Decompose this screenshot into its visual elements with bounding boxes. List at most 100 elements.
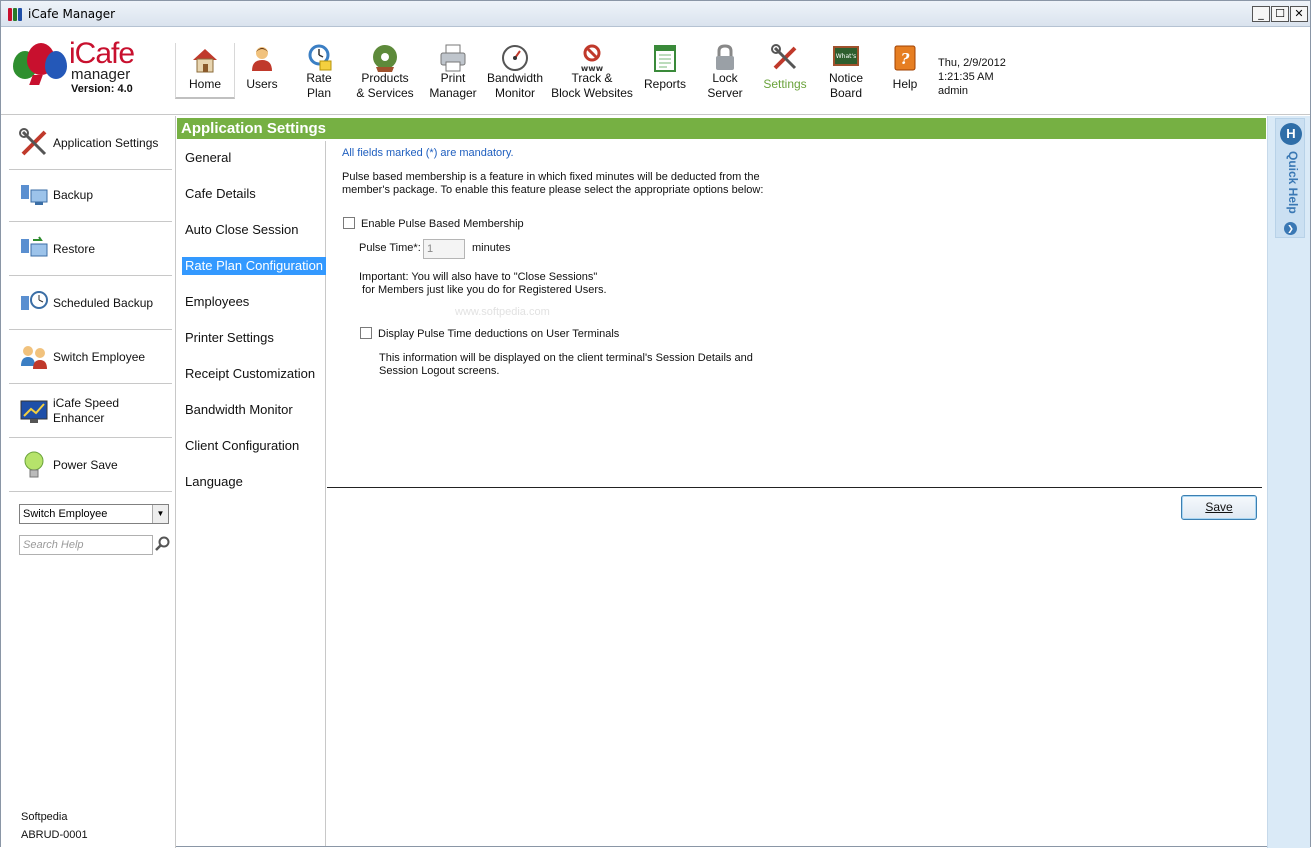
toolbar-home-label: Home (188, 77, 221, 91)
svg-text:What's: What's (836, 53, 857, 60)
svg-text:?: ? (901, 50, 910, 68)
feature-description: Pulse based membership is a feature in w… (342, 171, 764, 196)
toolbar-track-block-label: Track & Block Websites (551, 71, 633, 100)
home-icon (193, 49, 217, 73)
subnav-employees[interactable]: Employees (182, 293, 252, 311)
sidebar-item-label: Restore (53, 241, 96, 256)
search-help-input[interactable]: Search Help (19, 535, 153, 555)
sidebar-item-label: Switch Employee (53, 349, 146, 364)
app-version: Version: 4.0 (71, 83, 133, 95)
enable-pulse-checkbox[interactable] (343, 217, 355, 229)
toolbar-bandwidth-label: Bandwidth Monitor (486, 71, 544, 100)
sidebar-item-backup[interactable]: Backup (9, 168, 172, 222)
toolbar-settings-button[interactable]: Settings (759, 41, 811, 113)
toolbar-users-button[interactable]: Users (239, 41, 285, 113)
toolbar-lock-server-button[interactable]: Lock Server (701, 41, 749, 113)
page-title: Application Settings (177, 118, 1266, 139)
toolbar-reports-label: Reports (643, 77, 687, 91)
subnav-rate-plan-configuration[interactable]: Rate Plan Configuration (182, 257, 327, 275)
toolbar-notice-board-label: Notice Board (828, 71, 863, 100)
switch-employee-select[interactable]: Switch Employee ▼ (19, 504, 169, 524)
sidebar-item-label: Scheduled Backup (53, 295, 154, 310)
settings-subnav: General Cafe Details Auto Close Session … (177, 141, 327, 846)
enable-pulse-label: Enable Pulse Based Membership (361, 218, 524, 230)
info-line1: This information will be displayed on th… (379, 352, 753, 364)
sidebar-item-power-save[interactable]: Power Save (9, 438, 172, 492)
save-button[interactable]: Save (1181, 495, 1257, 520)
watermark: www.softpedia.com (455, 306, 550, 318)
current-user: admin (938, 85, 968, 97)
info-line2: Session Logout screens. (379, 365, 500, 377)
products-disc-icon (373, 45, 397, 72)
chevron-down-icon[interactable]: ▼ (152, 505, 168, 523)
toolbar-users-label: Users (246, 77, 278, 91)
license-name: Softpedia (21, 811, 68, 823)
switch-employee-icon (21, 346, 47, 369)
sidebar-item-label: iCafe Speed Enhancer (53, 396, 120, 425)
toolbar-bandwidth-button[interactable]: Bandwidth Monitor (483, 41, 547, 113)
subnav-language[interactable]: Language (182, 473, 246, 491)
scheduled-backup-icon (21, 291, 48, 310)
toolbar-rate-plan-button[interactable]: Rate Plan (297, 41, 341, 113)
sidebar-item-restore[interactable]: Restore (9, 222, 172, 276)
toolbar-products-button[interactable]: Products & Services (355, 41, 415, 113)
sidebar-item-application-settings[interactable]: Application Settings (9, 116, 172, 170)
logo-bubbles-icon (11, 41, 71, 85)
settings-tools-icon (771, 44, 797, 70)
subnav-printer-settings[interactable]: Printer Settings (182, 329, 277, 347)
app-logo: iCafe manager Version: 4.0 (11, 39, 171, 119)
sidebar-item-label: Application Settings (53, 135, 159, 150)
sidebar-item-switch-employee[interactable]: Switch Employee (9, 330, 172, 384)
toolbar-help-button[interactable]: ? Help (885, 41, 925, 113)
expand-arrow-icon[interactable]: ❯ (1284, 222, 1297, 235)
tools-icon (19, 128, 47, 156)
toolbar-track-block-button[interactable]: www Track & Block Websites (549, 41, 635, 113)
maximize-button[interactable]: ☐ (1271, 6, 1289, 22)
sidebar-item-label: Backup (53, 187, 94, 202)
backup-icon (21, 185, 48, 205)
subnav-client-configuration[interactable]: Client Configuration (182, 437, 302, 455)
switch-employee-select-value: Switch Employee (23, 508, 108, 520)
title-bar: iCafe Manager _ ☐ ✕ (1, 1, 1310, 27)
printer-icon (440, 44, 466, 72)
current-date: Thu, 2/9/2012 (938, 57, 1006, 69)
license-code: ABRUD-0001 (21, 829, 88, 841)
subnav-receipt-customization[interactable]: Receipt Customization (182, 365, 318, 383)
toolbar-rate-plan-label: Rate Plan (306, 71, 332, 100)
important-note-line2: for Members just like you do for Registe… (359, 284, 607, 296)
notice-board-icon: What's (833, 46, 859, 66)
important-note-line1: Important: You will also have to "Close … (359, 271, 598, 283)
toolbar-products-label: Products & Services (356, 71, 414, 100)
search-icon[interactable] (155, 536, 171, 552)
minimize-button[interactable]: _ (1252, 6, 1270, 22)
user-icon (252, 47, 272, 71)
sidebar-item-speed-enhancer[interactable]: iCafe Speed Enhancer (9, 384, 172, 438)
close-button[interactable]: ✕ (1290, 6, 1308, 22)
quick-help-tab[interactable]: H Quick Help ❯ (1275, 118, 1305, 238)
display-deductions-checkbox[interactable] (360, 327, 372, 339)
pulse-time-input[interactable]: 1 (423, 239, 465, 259)
toolbar-print-manager-button[interactable]: Print Manager (425, 41, 481, 113)
rate-plan-icon (308, 44, 332, 71)
subnav-general[interactable]: General (182, 149, 234, 167)
toolbar-home-button[interactable]: Home (175, 43, 235, 99)
subnav-auto-close-session[interactable]: Auto Close Session (182, 221, 301, 239)
quick-help-panel: H Quick Help ❯ (1267, 116, 1310, 848)
logo-word: iCafe (69, 37, 135, 70)
form-divider (327, 487, 1262, 488)
toolbar-print-manager-label: Print Manager (429, 71, 477, 100)
restore-icon (21, 236, 48, 257)
subnav-bandwidth-monitor[interactable]: Bandwidth Monitor (182, 401, 296, 419)
datetime-display: Thu, 2/9/2012 1:21:35 AM admin (938, 56, 1006, 98)
toolbar-notice-board-button[interactable]: What's Notice Board (821, 41, 871, 113)
subnav-cafe-details[interactable]: Cafe Details (182, 185, 259, 203)
sidebar-item-scheduled-backup[interactable]: Scheduled Backup (9, 276, 172, 330)
window-title: iCafe Manager (28, 7, 116, 21)
toolbar-reports-button[interactable]: Reports (641, 41, 689, 113)
sidebar: Application Settings Backup Restore Sche… (1, 116, 176, 848)
sidebar-item-label: Power Save (53, 457, 118, 472)
pulse-time-unit: minutes (472, 242, 511, 254)
license-info: Softpedia ABRUD-0001 (21, 808, 88, 844)
toolbar-lock-server-label: Lock Server (707, 71, 743, 100)
toolbar-settings-label: Settings (763, 77, 807, 91)
